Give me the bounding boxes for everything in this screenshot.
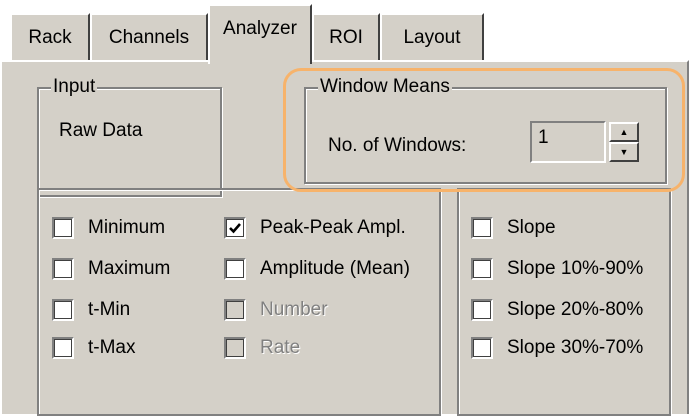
checkbox-box-checked[interactable] — [224, 217, 246, 239]
window-means-group: Window Means No. of Windows: 1 ▲ ▼ — [304, 76, 667, 184]
checkbox-box[interactable] — [52, 337, 74, 359]
checkbox-box-disabled — [224, 299, 246, 321]
tab-label: Rack — [28, 27, 72, 48]
tab-analyzer[interactable]: Analyzer — [208, 4, 312, 64]
checkbox-box[interactable] — [52, 258, 74, 280]
checkbox-label: Minimum — [88, 217, 166, 238]
checkbox-label: t-Max — [88, 337, 136, 358]
checkbox-slope-30-70[interactable]: Slope 30%-70% — [471, 337, 643, 359]
checkbox-label: Rate — [260, 337, 301, 358]
tab-roi[interactable]: ROI — [312, 13, 380, 61]
checkbox-label: Slope 10%-90% — [507, 258, 644, 279]
tab-channels[interactable]: Channels — [90, 13, 208, 61]
checkbox-maximum[interactable]: Maximum — [52, 258, 170, 280]
windows-count-input[interactable]: 1 — [530, 121, 606, 163]
tab-label: Layout — [403, 27, 461, 48]
checkbox-t-max[interactable]: t-Max — [52, 337, 136, 359]
checkbox-label: Slope 30%-70% — [507, 337, 644, 358]
checkbox-box-disabled — [224, 337, 246, 359]
checkbox-box[interactable] — [52, 217, 74, 239]
tab-layout[interactable]: Layout — [380, 13, 484, 61]
tab-label: Channels — [108, 27, 190, 48]
checkbox-box[interactable] — [471, 217, 493, 239]
checkbox-label: t-Min — [88, 299, 131, 320]
checkbox-peak-peak-ampl[interactable]: Peak-Peak Ampl. — [224, 217, 406, 239]
checkbox-box[interactable] — [224, 258, 246, 280]
checkbox-label: Number — [260, 299, 328, 320]
input-group-title: Input — [51, 76, 98, 98]
checkbox-box[interactable] — [471, 258, 493, 280]
checkbox-box[interactable] — [471, 299, 493, 321]
checkbox-slope-20-80[interactable]: Slope 20%-80% — [471, 299, 643, 321]
spin-down-button[interactable]: ▼ — [609, 142, 639, 162]
window-means-title: Window Means — [318, 76, 452, 98]
checkbox-label: Maximum — [88, 258, 171, 279]
arrow-up-icon: ▲ — [619, 126, 629, 137]
checkbox-label: Slope 20%-80% — [507, 299, 644, 320]
checkbox-rate: Rate — [224, 337, 300, 359]
checkbox-number: Number — [224, 299, 328, 321]
spin-up-button[interactable]: ▲ — [609, 122, 639, 142]
checkmark-icon — [229, 223, 241, 234]
tab-label: Analyzer — [223, 18, 297, 39]
tab-rack[interactable]: Rack — [10, 13, 90, 61]
tab-label: ROI — [329, 27, 363, 48]
analyzer-panel: Input Raw Data Window Means No. of Windo… — [0, 60, 689, 416]
checkbox-t-min[interactable]: t-Min — [52, 299, 130, 321]
checkbox-minimum[interactable]: Minimum — [52, 217, 165, 239]
checkbox-slope[interactable]: Slope — [471, 217, 556, 239]
checkbox-label: Slope — [507, 217, 556, 238]
input-group: Input Raw Data — [37, 76, 222, 197]
checkbox-amplitude-mean[interactable]: Amplitude (Mean) — [224, 258, 410, 280]
input-value: Raw Data — [59, 120, 143, 141]
checkbox-slope-10-90[interactable]: Slope 10%-90% — [471, 258, 643, 280]
checkbox-box[interactable] — [52, 299, 74, 321]
arrow-down-icon: ▼ — [619, 146, 629, 157]
checkbox-label: Amplitude (Mean) — [260, 258, 410, 279]
checkbox-box[interactable] — [471, 337, 493, 359]
checkbox-label: Peak-Peak Ampl. — [260, 217, 406, 238]
windows-count-label: No. of Windows: — [328, 135, 467, 156]
tab-strip: Rack Channels Analyzer ROI Layout — [0, 0, 689, 64]
windows-count-value: 1 — [538, 127, 549, 148]
